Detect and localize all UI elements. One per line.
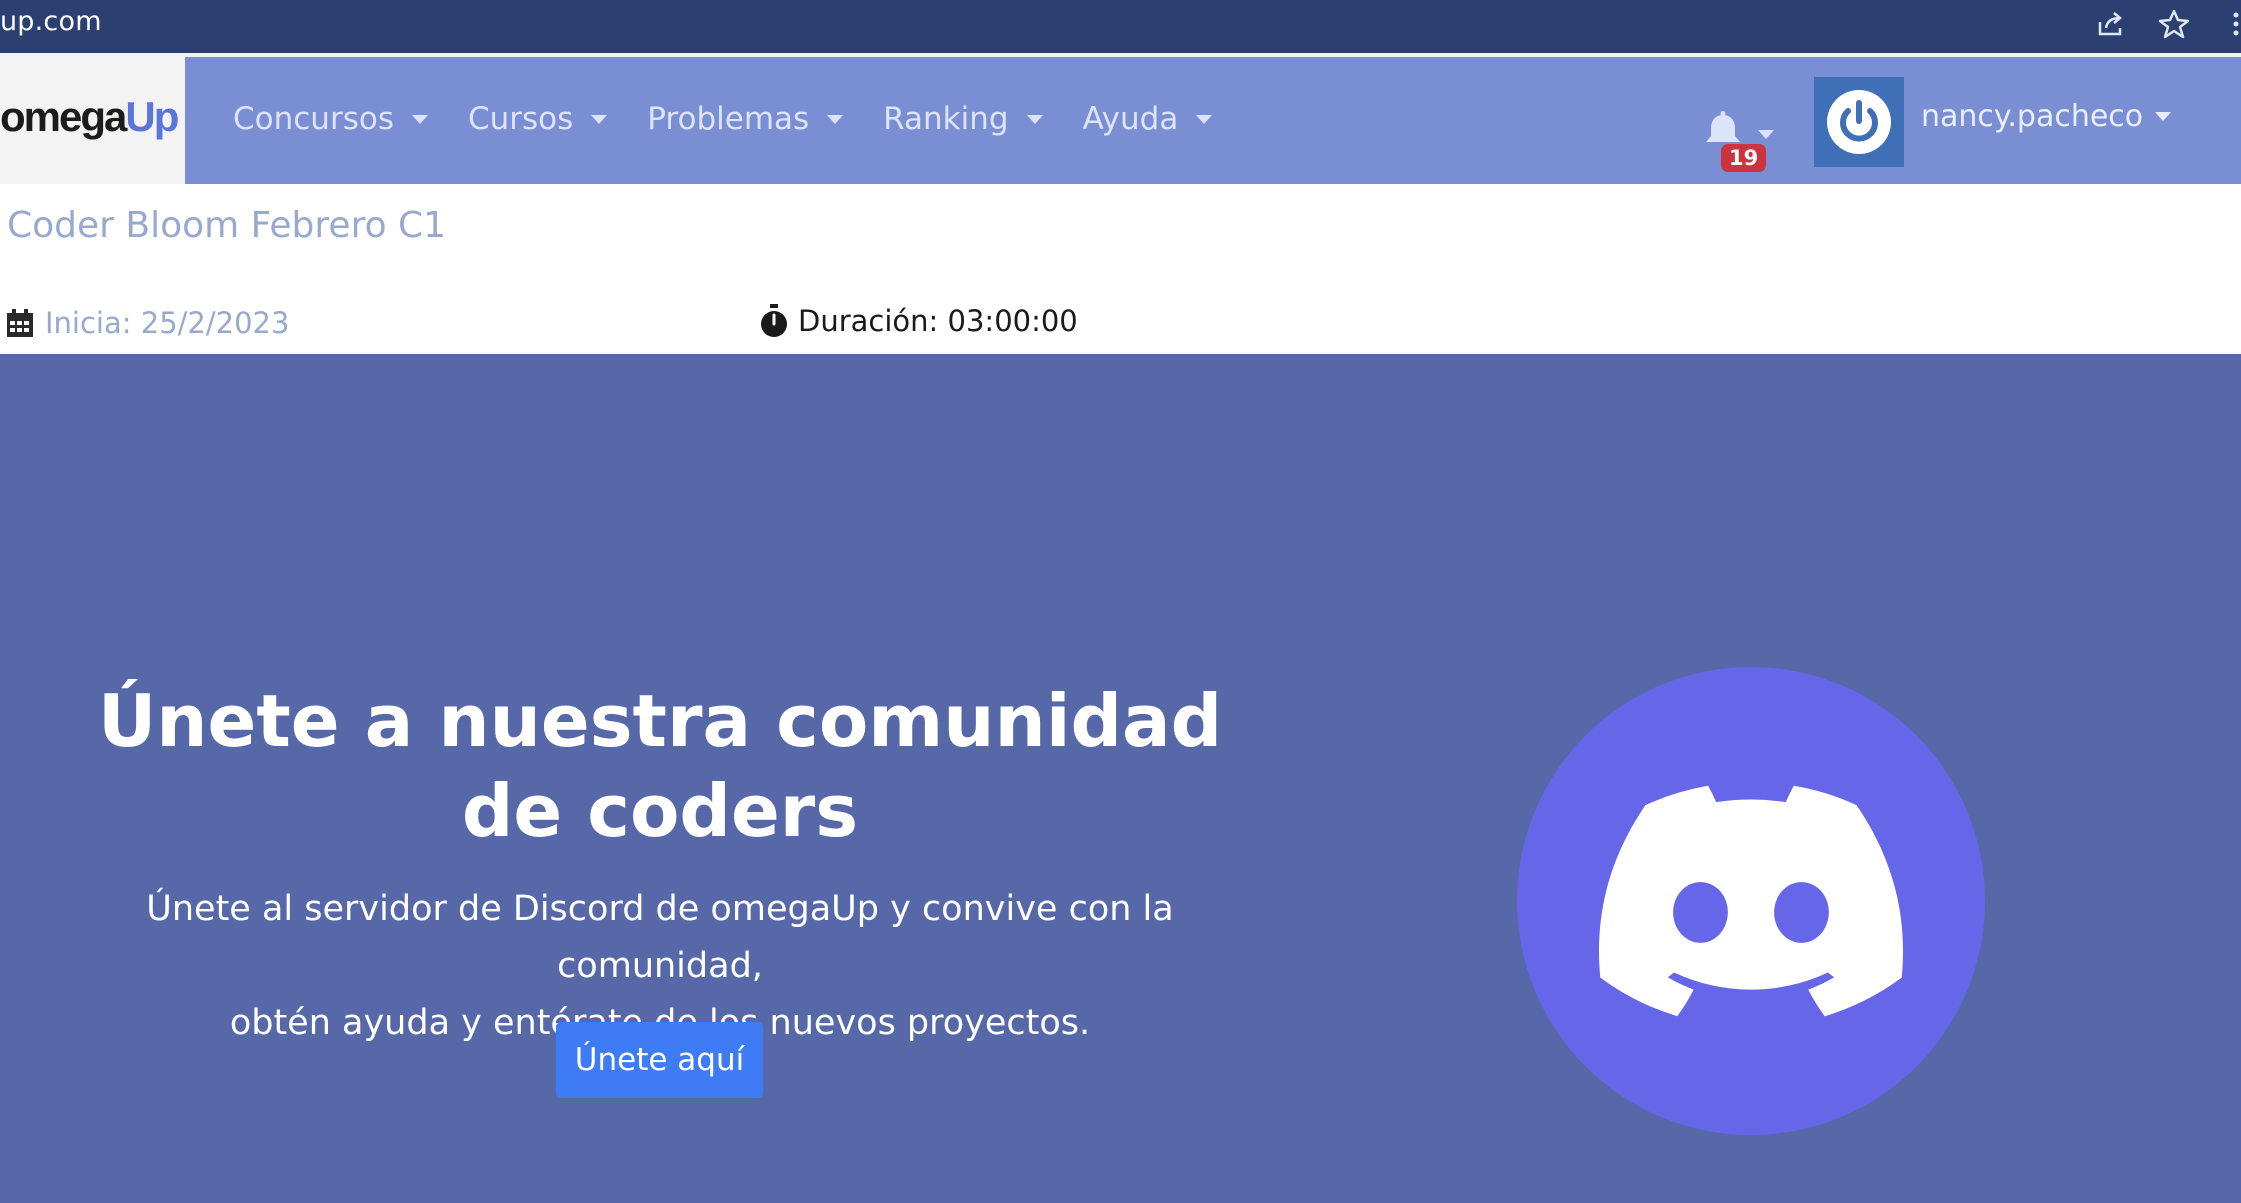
nav-cursos[interactable]: Cursos — [467, 101, 608, 137]
chevron-down-icon — [1758, 130, 1774, 139]
power-icon — [1827, 90, 1891, 154]
site-navbar: omegaUp Concursos Cursos Problemas Ranki… — [0, 57, 2241, 184]
contest-duration-text: Duración: 03:00:00 — [798, 304, 1078, 338]
chevron-down-icon — [591, 114, 608, 124]
nav-problemas[interactable]: Problemas — [647, 101, 844, 137]
chevron-down-icon — [411, 114, 428, 124]
logo-text: omegaUp — [0, 93, 179, 141]
star-icon[interactable] — [2158, 8, 2190, 40]
nav-ranking[interactable]: Ranking — [883, 101, 1043, 137]
nav-cursos-label: Cursos — [467, 101, 574, 137]
main-menu: Concursos Cursos Problemas Ranking Ayuda — [233, 101, 1252, 137]
logo-main: omega — [0, 93, 127, 140]
logo-accent: Up — [125, 93, 179, 140]
nav-concursos-label: Concursos — [233, 101, 394, 137]
share-icon[interactable] — [2094, 8, 2126, 40]
nav-concursos[interactable]: Concursos — [233, 101, 428, 137]
discord-logo[interactable] — [1517, 667, 1985, 1135]
chevron-down-icon — [1026, 114, 1043, 124]
notifications-button[interactable]: 19 — [1702, 110, 1792, 180]
join-discord-button[interactable]: Únete aquí — [556, 1022, 763, 1098]
username-label: nancy.pacheco — [1921, 99, 2144, 134]
notification-count-badge: 19 — [1721, 144, 1767, 172]
nav-problemas-label: Problemas — [647, 101, 810, 137]
browser-toolbar: up.com — [0, 0, 2241, 53]
nav-ayuda-label: Ayuda — [1082, 101, 1179, 137]
contest-start: Inicia: 25/2/2023 — [5, 306, 289, 340]
nav-ayuda[interactable]: Ayuda — [1083, 101, 1213, 137]
chevron-down-icon — [2155, 112, 2172, 121]
user-menu[interactable]: nancy.pacheco — [1921, 99, 2172, 134]
banner-subtitle-line1: Únete al servidor de Discord de omegaUp … — [146, 889, 1174, 986]
address-bar-url[interactable]: up.com — [0, 6, 102, 37]
contest-title: Coder Bloom Febrero C1 — [7, 205, 447, 246]
chevron-down-icon — [1196, 114, 1213, 124]
contest-start-text: Inicia: 25/2/2023 — [45, 306, 290, 340]
banner-title: Únete a nuestra comunidad de coders — [97, 679, 1223, 853]
discord-banner: Únete a nuestra comunidad de coders Únet… — [0, 354, 2241, 1203]
avatar[interactable] — [1814, 77, 1904, 167]
nav-ranking-label: Ranking — [883, 101, 1009, 137]
calendar-icon — [7, 309, 33, 337]
contest-duration: Duración: 03:00:00 — [760, 304, 1078, 338]
omegaup-logo[interactable]: omegaUp — [0, 57, 185, 184]
chevron-down-icon — [827, 114, 844, 124]
stopwatch-icon — [761, 304, 787, 337]
discord-icon — [1599, 785, 1903, 1017]
more-icon[interactable] — [2220, 8, 2241, 40]
